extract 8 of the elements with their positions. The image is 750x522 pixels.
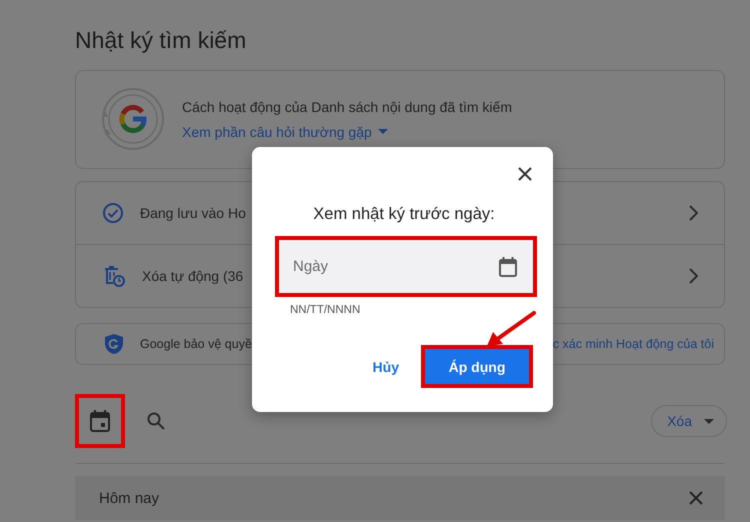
page-title: Nhật ký tìm kiếm <box>75 27 248 54</box>
setting-label: Xóa tự động (36 <box>142 268 244 284</box>
date-format-hint: NN/TT/NNNN <box>290 304 362 316</box>
dialog-title: Xem nhật ký trước ngày: <box>312 205 496 224</box>
protection-text: Google bảo vệ quyề <box>140 337 252 351</box>
day-label: Hôm nay <box>99 490 160 506</box>
setting-label: Đang lưu vào Ho <box>140 205 246 221</box>
info-text: Cách hoạt động của Danh sách nội dung đã tìm kiếm <box>182 98 512 114</box>
